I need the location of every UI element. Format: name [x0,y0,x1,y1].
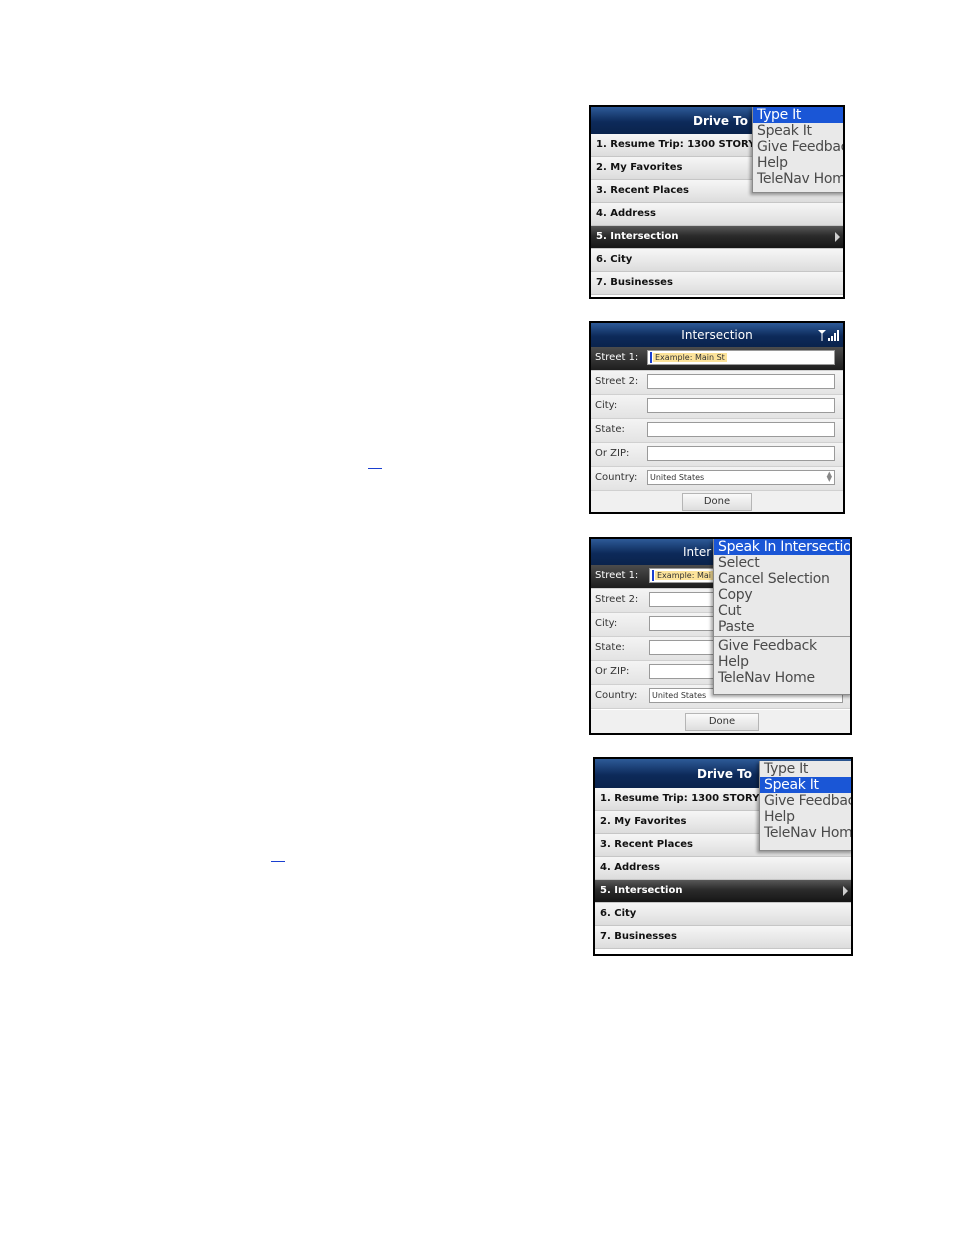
country-select[interactable]: United States ▲ ▼ [647,470,835,485]
menu-item-intersection-2[interactable]: 5. Intersection [595,880,851,903]
street2-label-2: Street 2: [595,594,639,605]
footnote-link-1[interactable] [368,468,382,469]
chevron-right-icon [843,886,848,896]
context-item-paste[interactable]: Paste [714,619,850,635]
popup-item-give-feedback[interactable]: Give Feedback [753,139,843,155]
context-item-give-feedback[interactable]: Give Feedback [714,638,850,654]
menu-item-businesses-2[interactable]: 7. Businesses [595,926,851,949]
done-button[interactable]: Done [682,493,752,511]
street2-input[interactable] [647,374,835,389]
popup-item-help-2[interactable]: Help [760,809,851,825]
city-label: City: [595,400,618,411]
state-label-2: State: [595,642,625,653]
done-bar-2: Done [591,710,850,733]
menu-item-intersection-label-2: 5. Intersection [600,885,683,896]
menu-item-intersection[interactable]: 5. Intersection [591,226,843,249]
menu-item-city-2[interactable]: 6. City [595,903,851,926]
updown-arrows-icon: ▲ ▼ [826,470,832,483]
popup-menu-speak-it: Type It Speak It Give Feedback Help Tele… [759,761,851,851]
signal-strength-icon [818,330,839,341]
popup-item-type-it-2[interactable]: Type It [760,761,851,777]
context-menu-separator [714,636,850,637]
popup-menu-type-it: Type It Speak It Give Feedback Help Tele… [752,107,843,193]
street1-placeholder-2: Example: Mai [655,571,713,580]
popup-item-speak-it-2[interactable]: Speak It [760,777,851,793]
popup-item-speak-it[interactable]: Speak It [753,123,843,139]
country-label: Country: [595,472,638,483]
screenshot-drive-to-speak-it: Drive To 1. Resume Trip: 1300 STORY 2. M… [593,757,853,956]
context-item-speak-in-intersection[interactable]: Speak In Intersection [714,539,850,555]
city-label-2: City: [595,618,618,629]
city-input[interactable] [647,398,835,413]
context-menu: Speak In Intersection Select Cancel Sele… [713,539,850,695]
state-row: State: [591,419,843,443]
popup-item-give-feedback-2[interactable]: Give Feedback [760,793,851,809]
city-row: City: [591,395,843,419]
zip-label: Or ZIP: [595,448,630,459]
context-item-cut[interactable]: Cut [714,603,850,619]
context-item-select[interactable]: Select [714,555,850,571]
street2-row: Street 2: [591,371,843,395]
done-bar: Done [591,491,843,512]
menu-item-address[interactable]: 4. Address [591,203,843,226]
street1-placeholder: Example: Main St [653,353,727,362]
street1-input[interactable]: Example: Main St [647,350,835,365]
popup-item-help[interactable]: Help [753,155,843,171]
menu-item-intersection-label: 5. Intersection [596,231,679,242]
zip-label-2: Or ZIP: [595,666,630,677]
context-item-help[interactable]: Help [714,654,850,670]
state-input[interactable] [647,422,835,437]
context-item-cancel-selection[interactable]: Cancel Selection [714,571,850,587]
drive-to-title-2: Drive To [697,767,752,781]
screenshot-intersection-context-menu: Inter Street 1: Example: Mai Street 2: C… [589,537,852,735]
intersection-header: Intersection [591,323,843,347]
country-label-2: Country: [595,690,638,701]
popup-item-type-it[interactable]: Type It [753,107,843,123]
text-caret [652,570,654,581]
intersection-title-partial: Inter [683,545,712,559]
context-item-telenav-home[interactable]: TeleNav Home [714,670,850,686]
street1-label: Street 1: [595,352,639,363]
zip-input[interactable] [647,446,835,461]
country-row: Country: United States ▲ ▼ [591,467,843,491]
chevron-right-icon [835,232,840,242]
street2-label: Street 2: [595,376,639,387]
zip-row: Or ZIP: [591,443,843,467]
menu-item-address-2[interactable]: 4. Address [595,857,851,880]
drive-to-title: Drive To [693,114,748,128]
text-caret [650,352,652,363]
footnote-link-2[interactable] [271,861,285,862]
popup-item-telenav-home[interactable]: TeleNav Home [753,171,843,187]
street1-label-2: Street 1: [595,570,639,581]
state-label: State: [595,424,625,435]
street1-row: Street 1: Example: Main St [591,347,843,371]
screenshot-intersection-form: Intersection Street 1: Example: Main St … [589,321,845,514]
done-button-2[interactable]: Done [685,713,759,731]
menu-item-businesses[interactable]: 7. Businesses [591,272,843,295]
popup-item-telenav-home-2[interactable]: TeleNav Home [760,825,851,841]
country-value: United States [650,473,705,482]
menu-item-city[interactable]: 6. City [591,249,843,272]
intersection-title: Intersection [681,328,753,342]
country-value-2: United States [652,691,707,700]
screenshot-drive-to-type-it: Drive To 1. Resume Trip: 1300 STORY 2. M… [589,105,845,299]
context-item-copy[interactable]: Copy [714,587,850,603]
